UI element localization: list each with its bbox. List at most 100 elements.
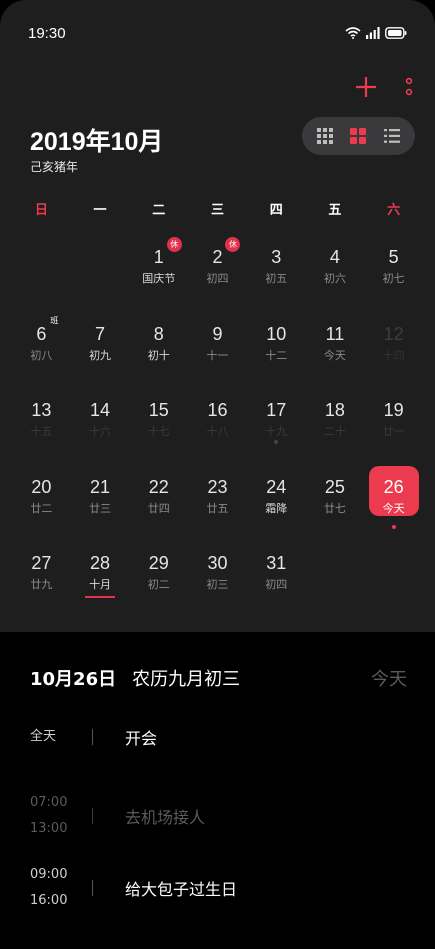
event-row[interactable]: 全天 开会 [30, 724, 407, 750]
day-cell[interactable]: 26 今天 [364, 464, 423, 541]
day-cell[interactable]: 8 初十 [129, 311, 188, 388]
event-time-line: 09:00 [30, 867, 68, 882]
day-cell[interactable]: 9 十一 [188, 311, 247, 388]
day-cell[interactable]: 25 廿七 [306, 464, 365, 541]
day-cell[interactable]: 22 廿四 [129, 464, 188, 541]
list-view-button[interactable] [378, 122, 406, 150]
lunar-label: 十月 [89, 578, 112, 591]
add-event-button[interactable] [355, 76, 377, 102]
day-number: 13 [31, 400, 52, 420]
lunar-label: 廿三 [89, 501, 112, 515]
day-cell[interactable]: 27 廿九 [12, 540, 71, 617]
weekday-label: 二 [152, 203, 166, 218]
weekday-label: 五 [328, 203, 342, 218]
weekday-label: 六 [387, 203, 401, 218]
day-number: 20 [31, 476, 52, 497]
day-cell[interactable]: 24 霜降 [247, 464, 306, 541]
lunar-label: 十四 [382, 348, 405, 362]
day-number: 7 [95, 323, 106, 344]
day-cell[interactable]: 2 初四 休 [188, 234, 247, 311]
selected-date: 10月26日 [30, 669, 117, 690]
day-detail-header: 10月26日 农历九月初三 今天 [30, 665, 407, 691]
calendar-screen: 19:30 2019年10月 己亥猪年 日一二三四五六 1 国庆节休 2 初四休 3 初五… [0, 0, 435, 949]
day-cell[interactable]: 7 初九 [71, 311, 130, 388]
event-row[interactable]: 07:00 13:00 去机场接人 [30, 790, 407, 842]
month-title[interactable]: 2019年10月 [30, 122, 163, 158]
lunar-year: 己亥猪年 [30, 160, 79, 174]
day-cell[interactable]: 28 十月 [71, 540, 130, 617]
battery-icon [385, 27, 407, 39]
holiday-badge: 休 [225, 237, 241, 252]
day-cell[interactable]: 10 十二 [247, 311, 306, 388]
lunar-label: 今天 [382, 501, 405, 515]
day-number: 30 [207, 553, 228, 573]
day-cell[interactable]: 15 十七 [129, 387, 188, 464]
day-number: 12 [383, 323, 404, 344]
day-cell[interactable]: 31 初四 [247, 540, 306, 617]
list-view-icon [384, 129, 401, 143]
event-separator [92, 880, 93, 896]
lunar-label: 初六 [323, 272, 346, 285]
day-number: 17 [266, 400, 287, 420]
wifi-icon [345, 27, 361, 39]
month-view-icon [350, 128, 367, 144]
year-view-button[interactable] [311, 122, 339, 150]
day-cell[interactable]: 11 今天 [306, 311, 365, 388]
event-time-line: 全天 [30, 729, 57, 744]
day-number: 19 [383, 400, 404, 420]
weekday-label: 三 [210, 203, 224, 218]
lunar-label: 十七 [147, 425, 170, 438]
holiday-badge: 休 [166, 237, 182, 252]
day-number: 9 [212, 323, 223, 344]
lunar-label: 初三 [206, 578, 229, 591]
lunar-label: 十五 [30, 425, 53, 438]
lunar-label: 国庆节 [142, 272, 176, 285]
workday-badge: 班 [50, 315, 59, 325]
month-view-button[interactable] [344, 122, 372, 150]
lunar-label: 初九 [89, 348, 112, 362]
day-cell[interactable]: 5 初七 [364, 234, 423, 311]
day-cell[interactable]: 3 初五 [247, 234, 306, 311]
day-number: 5 [388, 247, 399, 267]
day-cell[interactable]: 1 国庆节 休 [129, 234, 188, 311]
day-cell[interactable]: 30 初三 [188, 540, 247, 617]
day-cell[interactable]: 21 廿三 [71, 464, 130, 541]
day-number: 8 [153, 323, 164, 344]
lunar-label: 十六 [89, 425, 112, 438]
lunar-label: 廿七 [323, 501, 346, 515]
day-cell[interactable]: 29 初二 [129, 540, 188, 617]
day-cell[interactable]: 23 廿五 [188, 464, 247, 541]
event-row[interactable]: 09:00 16:00 给大包子过生日 [30, 862, 407, 914]
day-number: 14 [90, 400, 111, 420]
lunar-label: 廿二 [30, 501, 53, 515]
day-cell[interactable]: 6 初八 班 [12, 311, 71, 388]
today-button[interactable]: 今天 [371, 665, 407, 691]
event-time: 09:00 16:00 [30, 862, 90, 914]
day-cell[interactable]: 18 二十 [306, 387, 365, 464]
empty-cell [71, 234, 130, 311]
lunar-label: 初十 [147, 348, 170, 362]
weekday-label: 日 [34, 203, 48, 218]
day-cell[interactable]: 17 十九 [247, 387, 306, 464]
day-cell[interactable]: 13 十五 [12, 387, 71, 464]
signal-icon [366, 27, 380, 39]
selected-lunar-date: 农历九月初三 [132, 669, 241, 690]
day-cell[interactable]: 20 廿二 [12, 464, 71, 541]
weekday-label: 四 [269, 203, 283, 218]
day-number: 27 [31, 553, 52, 573]
day-cell[interactable]: 14 十六 [71, 387, 130, 464]
month-grid: 1 国庆节休 2 初四休 3 初五 4 初六 5 初七 6 初八班 7 初九 8 初十 9 十一 10 十二 11 今天 1… [12, 234, 423, 617]
day-number: 26 [383, 476, 404, 497]
event-separator [92, 808, 93, 824]
day-cell[interactable]: 16 十八 [188, 387, 247, 464]
day-cell[interactable]: 12 十四 [364, 311, 423, 388]
lunar-label: 十一 [206, 348, 229, 362]
lunar-label: 廿四 [147, 501, 170, 515]
lunar-label: 廿九 [30, 578, 53, 591]
lunar-label: 初五 [265, 272, 288, 285]
more-button[interactable] [405, 77, 413, 101]
event-title: 去机场接人 [125, 808, 206, 827]
status-bar: 19:30 [28, 22, 407, 44]
day-cell[interactable]: 19 廿一 [364, 387, 423, 464]
day-cell[interactable]: 4 初六 [306, 234, 365, 311]
